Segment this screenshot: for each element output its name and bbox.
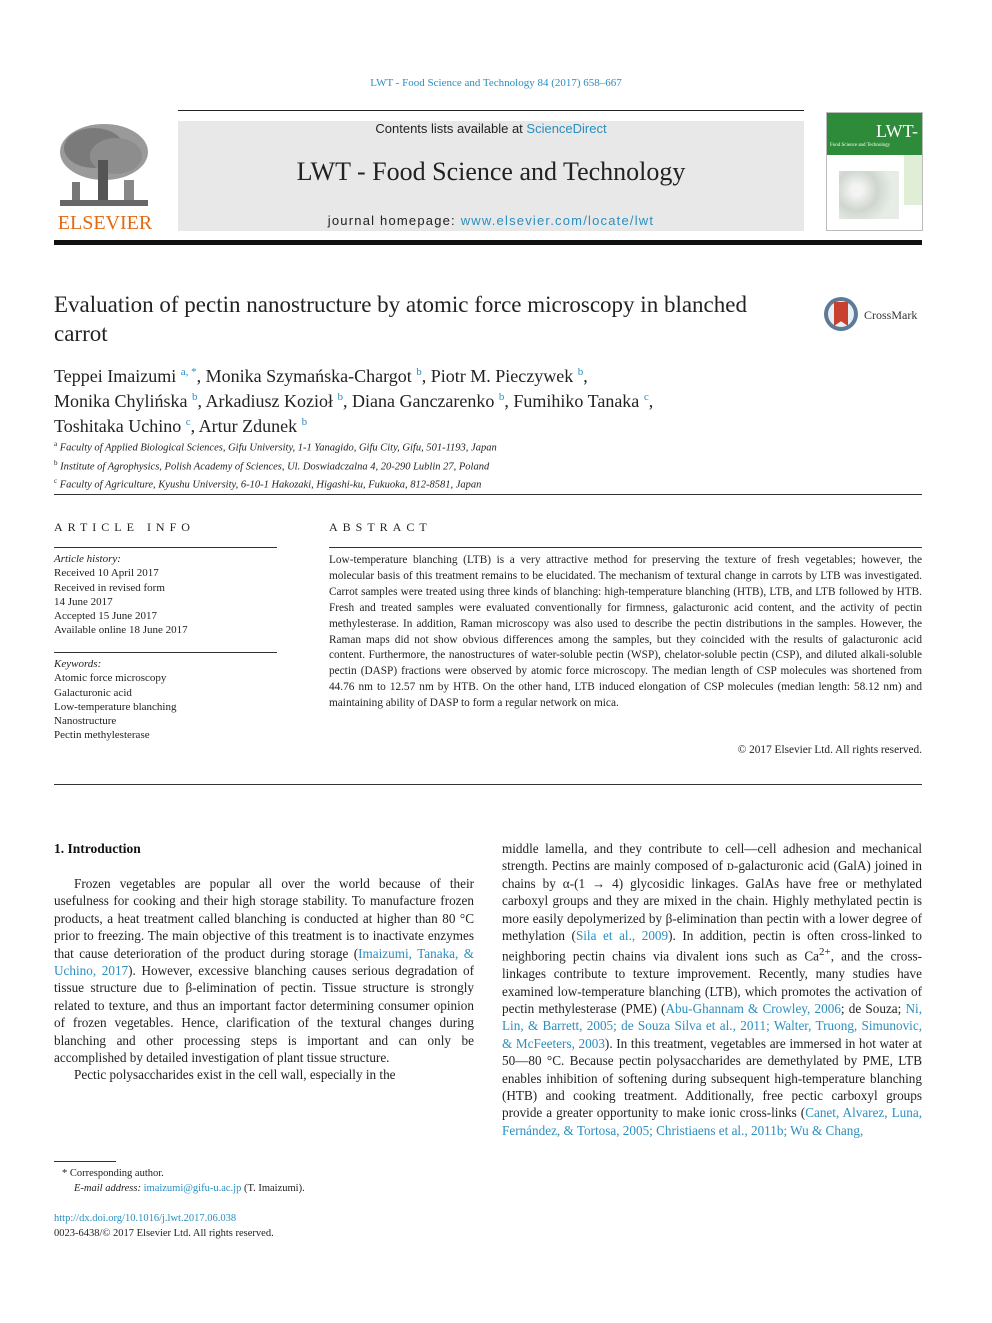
body-column-right: middle lamella, and they contribute to c… [502,840,922,1139]
elsevier-tree-icon [54,120,154,210]
author-affiliation-marker[interactable]: b [578,366,584,378]
footnote-rule [54,1161,116,1162]
keyword-item: Nanostructure [54,715,117,728]
author-affiliation-marker[interactable]: a, * [181,366,197,378]
contents-prefix: Contents lists available at [375,121,527,136]
keywords: Keywords: Atomic force microscopy Galact… [54,657,284,743]
abstract-rule [329,547,922,548]
email-suffix: (T. Imaizumi). [241,1183,305,1194]
paragraph: Frozen vegetables are popular all over t… [54,875,474,1066]
cover-leaf-decoration [904,155,922,205]
citation-link[interactable]: Sila et al., 2009 [576,928,668,943]
keywords-label: Keywords: [54,658,102,670]
author-affiliation-marker[interactable]: b [337,391,343,403]
affiliation-item: c Faculty of Agriculture, Kyushu Univers… [54,474,754,493]
history-item: Received 10 April 2017 [54,567,159,580]
running-header[interactable]: LWT - Food Science and Technology 84 (20… [0,77,992,89]
cover-subtitle: Food Science and Technology [830,143,891,148]
author[interactable]: Diana Ganczarenko [352,391,494,411]
paragraph: Pectic polysaccharides exist in the cell… [74,1067,396,1083]
author-affiliation-marker[interactable]: b [302,416,308,428]
paragraph: middle lamella, and they contribute to c… [502,840,922,1139]
elsevier-logo-text: ELSEVIER [57,212,153,234]
author-affiliation-marker[interactable]: b [416,366,422,378]
crossmark-label: CrossMark [864,308,918,322]
affiliation-key: c [54,477,58,485]
header-thick-rule [54,240,922,245]
history-item: Available online 18 June 2017 [54,624,188,637]
email-link[interactable]: imaizumi@gifu-u.ac.jp [144,1183,242,1194]
author[interactable]: Arkadiusz Kozioł [206,391,333,411]
author[interactable]: Artur Zdunek [199,416,297,436]
history-item: Received in revised form [54,581,165,594]
author[interactable]: Teppei Imaizumi [54,366,176,386]
author[interactable]: Piotr M. Pieczywek [431,366,573,386]
author[interactable]: Monika Szymańska-Chargot [206,366,412,386]
article-title: Evaluation of pectin nanostructure by at… [54,292,747,346]
sciencedirect-link[interactable]: ScienceDirect [526,121,606,136]
homepage-link[interactable]: www.elsevier.com/locate/lwt [461,213,655,228]
author-list: Teppei Imaizumi a, *, Monika Szymańska-C… [54,366,654,436]
author-affiliation-marker[interactable]: c [186,416,191,428]
affiliation-item: b Institute of Agrophysics, Polish Acade… [54,456,754,475]
journal-cover-thumbnail[interactable]: LWT- Food Science and Technology [826,112,923,231]
affiliation-list: a Faculty of Applied Biological Sciences… [54,437,754,493]
article-history: Article history: Received 10 April 2017 … [54,552,284,638]
history-label: Article history: [54,553,121,565]
author[interactable]: Monika Chylińska [54,391,188,411]
homepage-line: journal homepage: www.elsevier.com/locat… [178,213,804,228]
affiliation-item: a Faculty of Applied Biological Sciences… [54,437,754,456]
history-item: Accepted 15 June 2017 [54,610,157,623]
article-info-rule [54,547,277,548]
doi-block: http://dx.doi.org/10.1016/j.lwt.2017.06.… [54,1211,274,1241]
header-rule [178,110,804,111]
crossmark-button[interactable]: CrossMark [824,297,924,335]
author-affiliation-marker[interactable]: c [644,391,649,403]
text-run: ). However, excessive blanching causes s… [54,963,474,1066]
affiliation-text: Faculty of Applied Biological Sciences, … [59,442,497,454]
author[interactable]: Fumihiko Tanaka [513,391,639,411]
homepage-prefix: journal homepage: [327,213,461,228]
text-run: ; de Souza; [840,1001,906,1017]
issn-copyright: 0023-6438/© 2017 Elsevier Ltd. All right… [54,1228,274,1239]
corresponding-author-note: * Corresponding author. [62,1168,164,1179]
affiliation-key: b [54,458,58,467]
section-divider [54,494,922,495]
superscript: 2+ [818,946,831,959]
abstract-bottom-rule [54,784,922,785]
cover-title: LWT- [876,121,918,141]
affiliation-text: Institute of Agrophysics, Polish Academy… [60,461,490,472]
author-affiliation-marker[interactable]: b [499,391,505,403]
introduction-heading: 1. Introduction [54,841,141,856]
keyword-item: Low-temperature blanching [54,700,177,713]
author[interactable]: Toshitaka Uchino [54,416,181,436]
email-label: E-mail address: [74,1183,144,1194]
doi-link[interactable]: http://dx.doi.org/10.1016/j.lwt.2017.06.… [54,1211,274,1226]
abstract-text: Low-temperature blanching (LTB) is a ver… [329,554,922,710]
journal-banner: Contents lists available at ScienceDirec… [178,121,804,231]
cover-image [839,171,899,219]
affiliation-text: Faculty of Agriculture, Kyushu Universit… [59,479,482,491]
abstract-copyright: © 2017 Elsevier Ltd. All rights reserved… [737,744,922,756]
keyword-item: Galacturonic acid [54,686,132,699]
abstract-heading: ABSTRACT [329,520,432,534]
journal-title: LWT - Food Science and Technology [296,157,686,186]
history-item: 14 June 2017 [54,595,113,608]
contents-line: Contents lists available at ScienceDirec… [178,121,804,136]
footnote: * Corresponding author. E-mail address: … [54,1166,474,1196]
citation-link[interactable]: Abu-Ghannam & Crowley, 2006 [665,1001,840,1016]
keyword-item: Atomic force microscopy [54,672,167,685]
email-line: E-mail address: imaizumi@gifu-u.ac.jp (T… [54,1181,474,1196]
keyword-item: Pectin methylesterase [54,729,150,742]
body-column-left: Frozen vegetables are popular all over t… [54,875,474,1084]
author-affiliation-marker[interactable]: b [192,391,198,403]
article-info-heading: ARTICLE INFO [54,520,195,534]
affiliation-key: a [54,440,58,448]
keywords-rule [54,652,277,653]
